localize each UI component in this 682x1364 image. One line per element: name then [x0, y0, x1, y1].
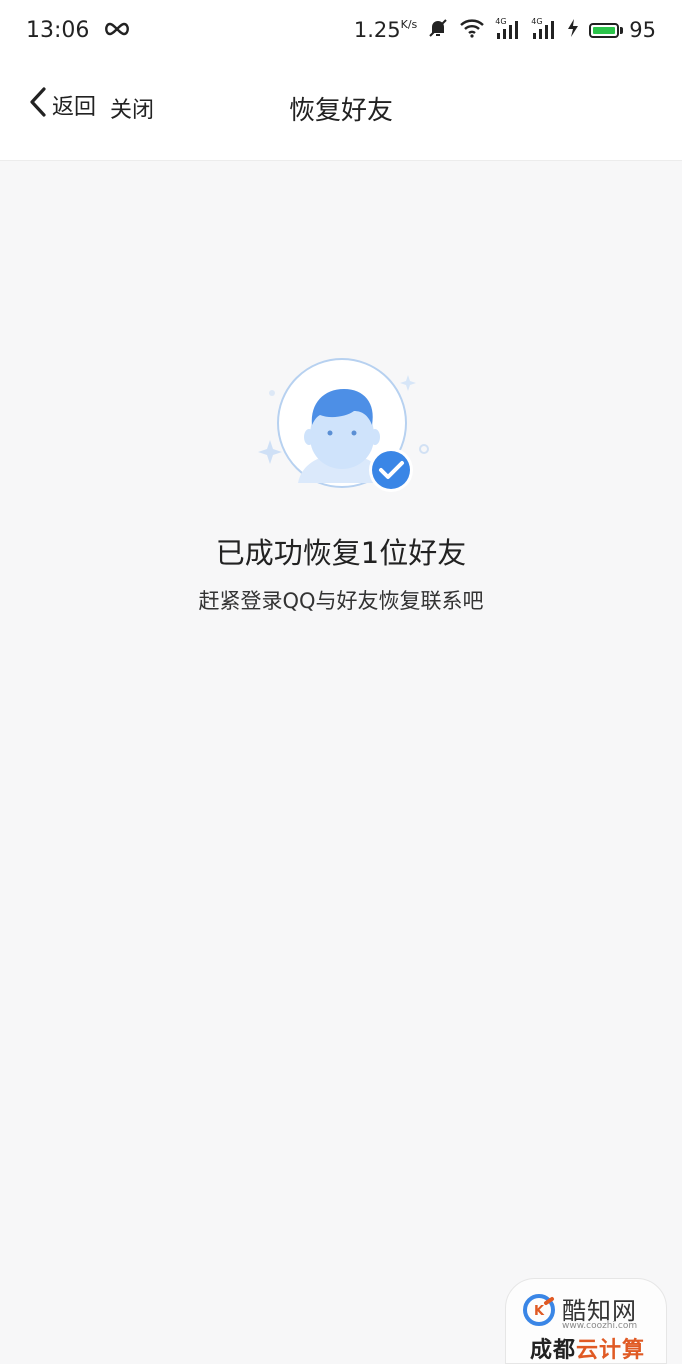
battery-indicator: 95: [589, 18, 656, 42]
watermark-bottom-text: 成都云计算: [530, 1332, 645, 1364]
success-headline: 已成功恢复1位好友: [215, 536, 467, 570]
sim1-label: 4G: [495, 17, 507, 26]
signal-icon-sim1: 4G: [495, 17, 521, 41]
signal-icon-sim2: 4G: [531, 17, 557, 41]
watermark-bottom-b: 云计算: [576, 1338, 646, 1363]
success-subline: 赶紧登录QQ与好友恢复联系吧: [198, 589, 484, 613]
coozhi-logo-icon: K: [522, 1293, 556, 1331]
infinity-icon: [103, 18, 131, 43]
charging-bolt-icon: [567, 18, 579, 42]
watermark-site: www.coozhi.com: [562, 1321, 638, 1331]
watermark-bottom-a: 成都: [530, 1338, 577, 1363]
mute-bell-icon: [427, 17, 449, 44]
net-speed-value: 1.25: [353, 18, 401, 42]
status-bar: 13:06 1.25K/s 4G 4G 95: [0, 0, 682, 60]
success-illustration: [250, 345, 440, 505]
battery-level: 95: [629, 18, 656, 42]
status-left: 13:06: [26, 18, 131, 43]
status-time: 13:06: [26, 17, 90, 43]
checkmark-badge-icon: [369, 448, 413, 492]
net-speed: 1.25K/s: [354, 18, 417, 42]
battery-icon: [589, 22, 620, 38]
nav-bar: 返回 关闭 恢复好友: [0, 60, 682, 161]
wifi-icon: [459, 18, 485, 43]
net-speed-unit: K/s: [400, 18, 418, 31]
svg-text:K: K: [534, 1304, 545, 1319]
page-title: 恢复好友: [288, 96, 393, 126]
sim2-label: 4G: [531, 17, 543, 26]
status-right: 1.25K/s 4G 4G 95: [354, 17, 656, 44]
